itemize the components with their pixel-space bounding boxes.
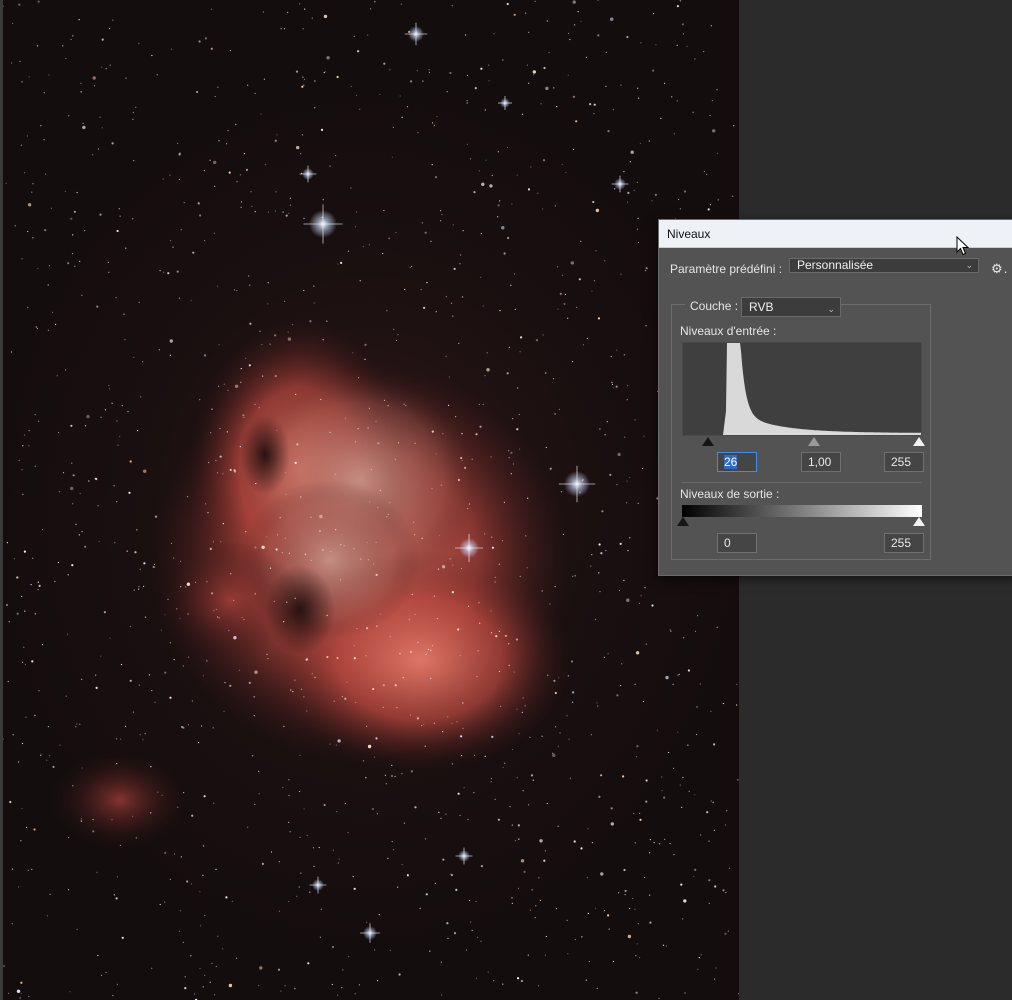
canvas-edge	[0, 0, 3, 1000]
input-white-value: 255	[891, 455, 912, 469]
output-gradient-bar	[682, 505, 922, 517]
input-white-field[interactable]: 255	[884, 452, 924, 472]
astro-photo-canvas	[0, 0, 739, 1000]
input-black-field[interactable]: 26	[717, 452, 757, 472]
histogram	[682, 342, 922, 436]
output-white-slider[interactable]	[913, 517, 925, 526]
input-gamma-value: 1,00	[808, 455, 832, 469]
preset-value: Personnalisée	[797, 258, 874, 272]
output-black-value: 0	[724, 536, 731, 550]
input-gamma-field[interactable]: 1,00	[801, 452, 841, 472]
input-black-slider[interactable]	[702, 437, 714, 446]
output-black-field[interactable]: 0	[717, 533, 757, 553]
mouse-cursor-icon	[956, 236, 970, 256]
output-white-field[interactable]: 255	[884, 533, 924, 553]
separator	[682, 482, 922, 483]
dialog-title: Niveaux	[667, 227, 711, 241]
levels-dialog[interactable]: Niveaux Paramètre prédéfini : Personnali…	[658, 219, 1012, 576]
output-white-value: 255	[891, 536, 912, 550]
channel-label: Couche :	[685, 299, 744, 313]
input-levels-label: Niveaux d'entrée :	[680, 324, 777, 338]
input-white-slider[interactable]	[913, 437, 925, 446]
input-gamma-slider[interactable]	[808, 437, 820, 446]
preset-label: Paramètre prédéfini :	[670, 262, 783, 276]
chevron-down-icon: ⌄	[965, 260, 973, 270]
channel-value: RVB	[749, 300, 774, 314]
input-black-value: 26	[724, 455, 738, 469]
output-levels-label: Niveaux de sortie :	[680, 487, 780, 501]
gear-icon[interactable]: ⚙ .	[991, 261, 1007, 277]
channel-dropdown[interactable]: RVB ⌄	[741, 297, 841, 317]
chevron-down-icon: ⌄	[827, 304, 835, 314]
preset-dropdown[interactable]: Personnalisée ⌄	[789, 258, 979, 273]
output-black-slider[interactable]	[677, 517, 689, 526]
